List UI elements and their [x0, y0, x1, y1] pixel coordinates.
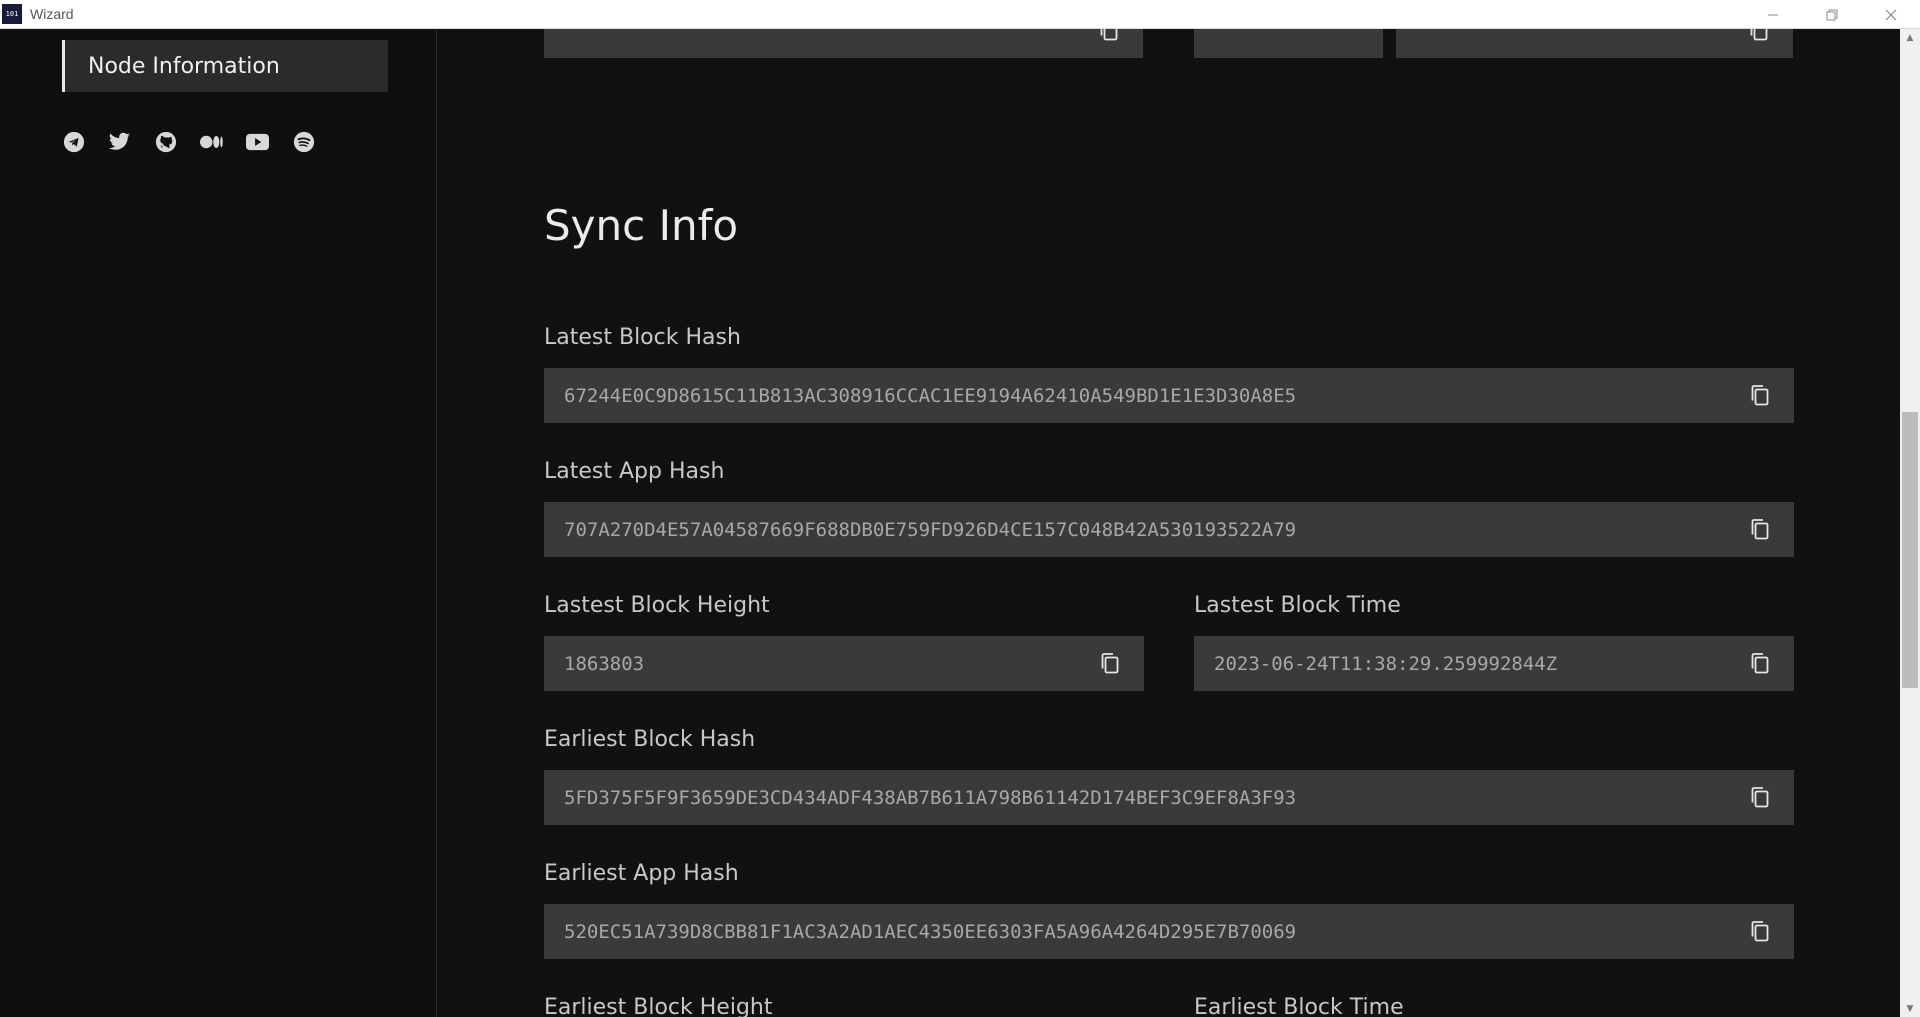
- window-titlebar: 101 Wizard: [0, 0, 1920, 29]
- copy-icon[interactable]: [1746, 918, 1774, 946]
- earliest-app-hash-field: 520EC51A739D8CBB81F1AC3A2AD1AEC4350EE630…: [544, 904, 1794, 959]
- copy-icon[interactable]: [1096, 650, 1124, 678]
- app-icon: 101: [2, 4, 22, 24]
- close-icon: [1885, 9, 1896, 20]
- minimize-button[interactable]: [1743, 0, 1802, 29]
- github-icon[interactable]: [154, 130, 177, 153]
- latest-app-hash-field: 707A270D4E57A04587669F688DB0E759FD926D4C…: [544, 502, 1794, 557]
- field-label: Latest App Hash: [544, 459, 725, 484]
- copy-icon[interactable]: [1746, 784, 1774, 812]
- telegram-icon[interactable]: [62, 130, 85, 153]
- copy-icon[interactable]: [1746, 516, 1774, 544]
- field-value: 520EC51A739D8CBB81F1AC3A2AD1AEC4350EE630…: [564, 920, 1297, 943]
- restore-icon: [1826, 9, 1837, 20]
- field-label: Lastest Block Time: [1194, 593, 1401, 618]
- window-title: Wizard: [30, 6, 74, 22]
- scroll-down-icon[interactable]: ▼: [1900, 1000, 1920, 1017]
- section-title: Sync Info: [544, 201, 739, 250]
- previous-field-box: [1194, 29, 1383, 58]
- sidebar: Node Information: [0, 29, 437, 1017]
- sidebar-item-label: Node Information: [88, 53, 280, 79]
- field-value: 67244E0C9D8615C11B813AC308916CCAC1EE9194…: [564, 384, 1297, 407]
- twitter-icon[interactable]: [108, 130, 131, 153]
- field-label: Earliest App Hash: [544, 861, 739, 886]
- field-label: Latest Block Hash: [544, 325, 741, 350]
- scroll-up-icon[interactable]: ▲: [1900, 29, 1920, 46]
- field-label: Earliest Block Hash: [544, 727, 756, 752]
- minimize-icon: [1767, 14, 1778, 15]
- sidebar-item-node-information[interactable]: Node Information: [62, 40, 388, 92]
- copy-icon[interactable]: [1745, 29, 1773, 45]
- field-value: 1863803: [564, 652, 645, 675]
- latest-block-height-field: 1863803: [544, 636, 1144, 691]
- youtube-icon[interactable]: [246, 130, 269, 153]
- latest-block-time-field: 2023-06-24T11:38:29.259992844Z: [1194, 636, 1794, 691]
- field-value: 707A270D4E57A04587669F688DB0E759FD926D4C…: [564, 518, 1297, 541]
- spotify-icon[interactable]: [292, 130, 315, 153]
- field-label: Lastest Block Height: [544, 593, 770, 618]
- copy-icon[interactable]: [1746, 382, 1774, 410]
- social-links: [62, 130, 315, 153]
- medium-icon[interactable]: [200, 130, 223, 153]
- earliest-block-hash-field: 5FD375F5F9F3659DE3CD434ADF438AB7B611A798…: [544, 770, 1794, 825]
- restore-button[interactable]: [1802, 0, 1861, 29]
- field-value: 5FD375F5F9F3659DE3CD434ADF438AB7B611A798…: [564, 786, 1297, 809]
- field-value: 2023-06-24T11:38:29.259992844Z: [1214, 652, 1558, 675]
- scroll-thumb[interactable]: [1902, 412, 1918, 688]
- copy-icon[interactable]: [1746, 650, 1774, 678]
- latest-block-hash-field: 67244E0C9D8615C11B813AC308916CCAC1EE9194…: [544, 368, 1794, 423]
- previous-field-box: [544, 29, 1143, 58]
- copy-icon[interactable]: [1095, 29, 1123, 45]
- previous-field-box: [1396, 29, 1793, 58]
- close-button[interactable]: [1861, 0, 1920, 29]
- main-content: Sync Info Latest Block Hash 67244E0C9D86…: [438, 29, 1900, 1017]
- window-controls: [1743, 0, 1920, 29]
- vertical-scrollbar[interactable]: ▲ ▼: [1900, 29, 1920, 1017]
- field-label: Earliest Block Height: [544, 995, 773, 1017]
- field-label: Earliest Block Time: [1194, 995, 1404, 1017]
